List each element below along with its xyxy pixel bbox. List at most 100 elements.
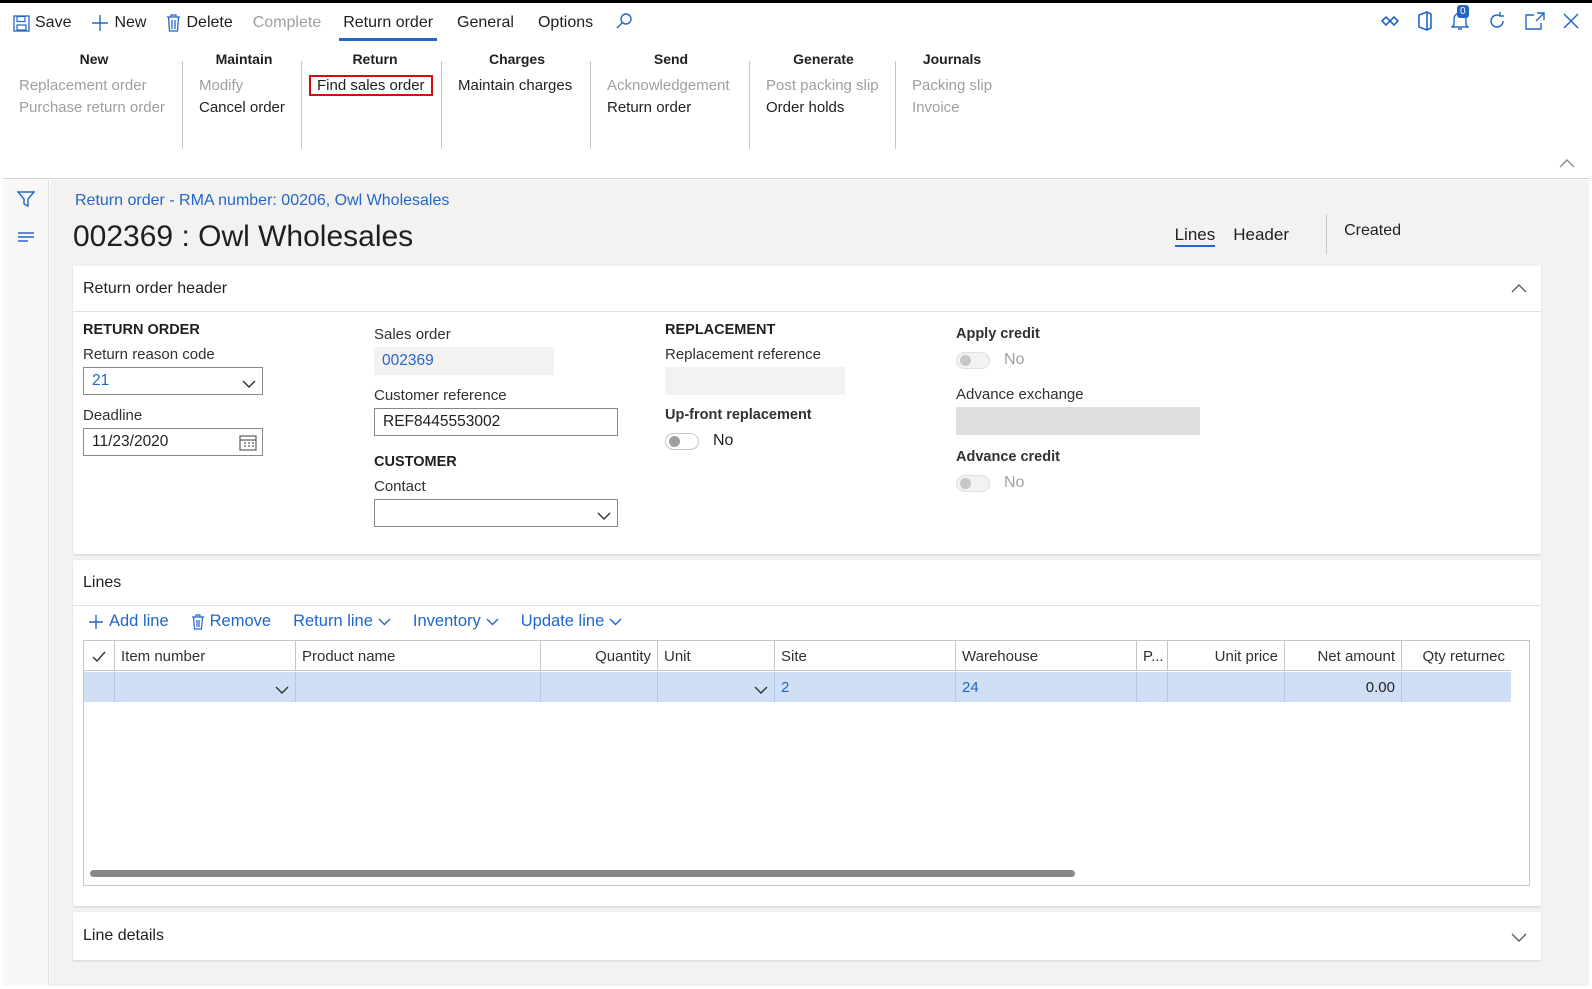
row-selector[interactable] — [84, 672, 115, 702]
column-header-warehouse[interactable]: Warehouse — [956, 641, 1137, 671]
unit-price-cell[interactable] — [1168, 672, 1285, 702]
cancel-order-button[interactable]: Cancel order — [199, 97, 289, 119]
ribbon-group-charges: Charges Maintain charges — [458, 51, 576, 97]
send-return-order-button[interactable]: Return order — [607, 97, 735, 119]
customer-reference-input[interactable]: REF8445553002 — [374, 408, 618, 436]
tab-header[interactable]: Header — [1233, 225, 1289, 247]
section-title: CUSTOMER — [374, 454, 457, 470]
field-label: Replacement reference — [665, 346, 821, 363]
site-cell[interactable]: 2 — [775, 672, 956, 702]
column-header-unit-price[interactable]: Unit price — [1168, 641, 1285, 671]
purchase-return-order-button[interactable]: Purchase return order — [19, 97, 169, 119]
item-number-cell[interactable] — [115, 672, 296, 702]
credit-column: Apply credit No Advance exchange Advance… — [956, 326, 1200, 497]
trash-icon — [191, 613, 204, 630]
tab-return-order[interactable]: Return order — [331, 3, 445, 43]
column-header-site[interactable]: Site — [775, 641, 956, 671]
line-details-card: Line details — [73, 912, 1541, 960]
unit-cell[interactable] — [658, 672, 775, 702]
p-cell[interactable] — [1137, 672, 1168, 702]
filter-icon[interactable] — [16, 190, 36, 212]
horizontal-scrollbar[interactable] — [90, 870, 1075, 877]
new-button[interactable]: New — [81, 3, 156, 43]
ribbon-group-title: New — [79, 51, 109, 67]
section-title: RETURN ORDER — [83, 322, 200, 338]
complete-button[interactable]: Complete — [243, 3, 331, 43]
sales-order-link[interactable]: 002369 — [374, 347, 554, 375]
ribbon-group-new: New Replacement order Purchase return or… — [19, 51, 169, 119]
save-button[interactable]: Save — [3, 3, 81, 43]
refresh-icon[interactable] — [1487, 11, 1507, 35]
quantity-cell[interactable] — [541, 672, 658, 702]
advance-exchange-field — [956, 407, 1200, 435]
checkmark-icon — [92, 651, 106, 662]
lines-card-header[interactable]: Lines — [73, 560, 1541, 606]
maintain-charges-button[interactable]: Maintain charges — [458, 75, 576, 97]
warehouse-cell[interactable]: 24 — [956, 672, 1137, 702]
tab-options[interactable]: Options — [526, 3, 605, 43]
return-line-menu[interactable]: Return line — [293, 612, 391, 631]
card-title: Return order header — [83, 279, 228, 297]
inventory-menu[interactable]: Inventory — [413, 612, 499, 631]
breadcrumb[interactable]: Return order - RMA number: 00206, Owl Wh… — [75, 192, 449, 210]
calendar-icon[interactable] — [239, 434, 257, 456]
inventory-label: Inventory — [412, 612, 481, 630]
tab-general[interactable]: General — [445, 3, 526, 43]
connector-icon[interactable] — [1380, 14, 1400, 32]
line-details-toggle[interactable]: Line details — [73, 912, 1541, 960]
return-reason-code-select[interactable]: 21 — [83, 367, 263, 395]
contact-select[interactable] — [374, 499, 618, 527]
office-icon[interactable] — [1417, 11, 1433, 35]
add-line-button[interactable]: Add line — [88, 612, 169, 631]
ribbon-separator — [590, 61, 591, 149]
list-icon[interactable] — [17, 230, 35, 248]
ribbon-separator — [182, 61, 183, 149]
deadline-date-input[interactable]: 11/23/2020 — [83, 428, 263, 456]
update-line-label: Update line — [520, 612, 605, 630]
chevron-down-icon — [378, 618, 391, 625]
table-row[interactable]: 2 24 0.00 — [84, 672, 1511, 702]
return-order-header-toggle[interactable]: Return order header — [73, 266, 1541, 312]
main-content: Return order - RMA number: 00206, Owl Wh… — [50, 180, 1589, 986]
post-packing-slip-button[interactable]: Post packing slip — [766, 75, 881, 97]
toggle-switch[interactable] — [665, 432, 699, 450]
tab-lines[interactable]: Lines — [1174, 225, 1216, 247]
packing-slip-button[interactable]: Packing slip — [912, 75, 992, 97]
column-header-quantity[interactable]: Quantity — [541, 641, 658, 671]
find-sales-order-button[interactable]: Find sales order — [309, 75, 433, 96]
column-header-p[interactable]: P... — [1137, 641, 1168, 671]
add-line-label: Add line — [109, 612, 169, 630]
view-separator — [1326, 214, 1327, 254]
grid-header-row: Item number Product name Quantity Unit S… — [84, 641, 1511, 671]
created-label: Created — [1344, 222, 1401, 239]
column-header-unit[interactable]: Unit — [658, 641, 775, 671]
ribbon-separator — [301, 61, 302, 149]
replacement-column: REPLACEMENT Replacement reference Up-fro… — [665, 322, 845, 455]
acknowledgement-button[interactable]: Acknowledgement — [607, 75, 735, 97]
qty-returned-cell[interactable] — [1402, 672, 1511, 702]
advance-credit-toggle: No — [956, 469, 1200, 497]
select-all-checkbox[interactable] — [84, 641, 115, 671]
ribbon-group-return: Return Find sales order — [309, 51, 433, 97]
delete-button[interactable]: Delete — [156, 3, 242, 43]
product-name-cell[interactable] — [296, 672, 541, 702]
column-header-item-number[interactable]: Item number — [115, 641, 296, 671]
open-new-window-icon[interactable] — [1525, 12, 1545, 34]
close-icon[interactable] — [1563, 13, 1579, 33]
column-header-net-amount[interactable]: Net amount — [1285, 641, 1402, 671]
order-holds-button[interactable]: Order holds — [766, 97, 881, 119]
remove-button[interactable]: Remove — [191, 612, 271, 631]
column-header-qty-returned[interactable]: Qty returnec — [1402, 641, 1511, 671]
update-line-menu[interactable]: Update line — [521, 612, 622, 631]
replacement-order-button[interactable]: Replacement order — [19, 75, 169, 97]
column-header-product-name[interactable]: Product name — [296, 641, 541, 671]
modify-button[interactable]: Modify — [199, 75, 289, 97]
notifications-button[interactable]: 0 — [1450, 5, 1470, 35]
collapse-ribbon-icon[interactable] — [1559, 155, 1575, 172]
upfront-replacement-toggle[interactable]: No — [665, 427, 845, 455]
ribbon-separator — [895, 61, 896, 149]
search-button[interactable] — [605, 3, 643, 43]
new-label: New — [114, 14, 147, 31]
apply-credit-toggle: No — [956, 346, 1200, 374]
invoice-button[interactable]: Invoice — [912, 97, 992, 119]
